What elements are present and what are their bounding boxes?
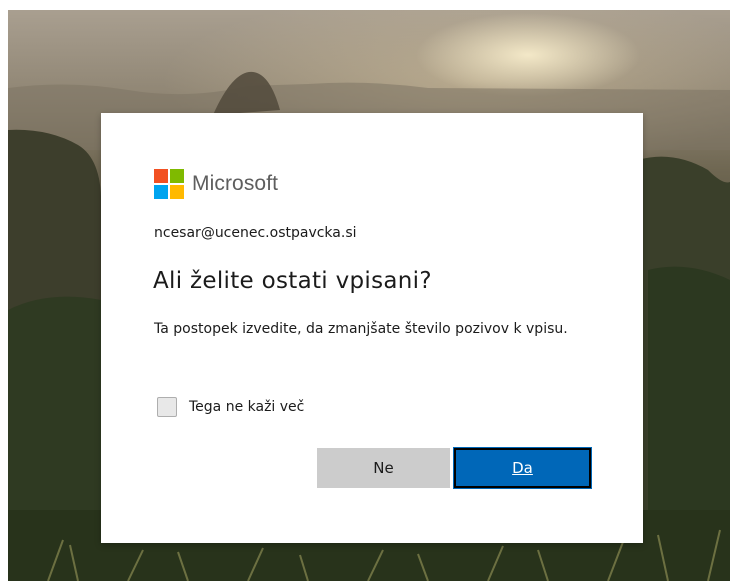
no-button[interactable]: Ne bbox=[317, 448, 450, 488]
page-frame: Microsoft ncesar@ucenec.ostpavcka.si Ali… bbox=[0, 0, 731, 581]
sign-in-dialog: Microsoft ncesar@ucenec.ostpavcka.si Ali… bbox=[101, 113, 643, 543]
yes-button[interactable]: Da bbox=[453, 447, 592, 489]
microsoft-logo-icon bbox=[154, 169, 184, 199]
logo-square-green bbox=[170, 169, 184, 183]
account-identity: ncesar@ucenec.ostpavcka.si bbox=[154, 225, 357, 241]
dont-show-again-option[interactable]: Tega ne kaži več bbox=[157, 397, 304, 417]
logo-square-yellow bbox=[170, 185, 184, 199]
brand-name: Microsoft bbox=[192, 172, 279, 195]
yes-button-label: Da bbox=[512, 459, 533, 477]
dialog-description: Ta postopek izvedite, da zmanjšate števi… bbox=[154, 321, 568, 337]
dialog-title: Ali želite ostati vpisani? bbox=[153, 268, 432, 294]
dont-show-again-checkbox[interactable] bbox=[157, 397, 177, 417]
brand-header: Microsoft bbox=[154, 169, 278, 199]
logo-square-red bbox=[154, 169, 168, 183]
dont-show-again-label[interactable]: Tega ne kaži več bbox=[189, 399, 304, 415]
logo-square-blue bbox=[154, 185, 168, 199]
no-button-label: Ne bbox=[373, 459, 394, 477]
